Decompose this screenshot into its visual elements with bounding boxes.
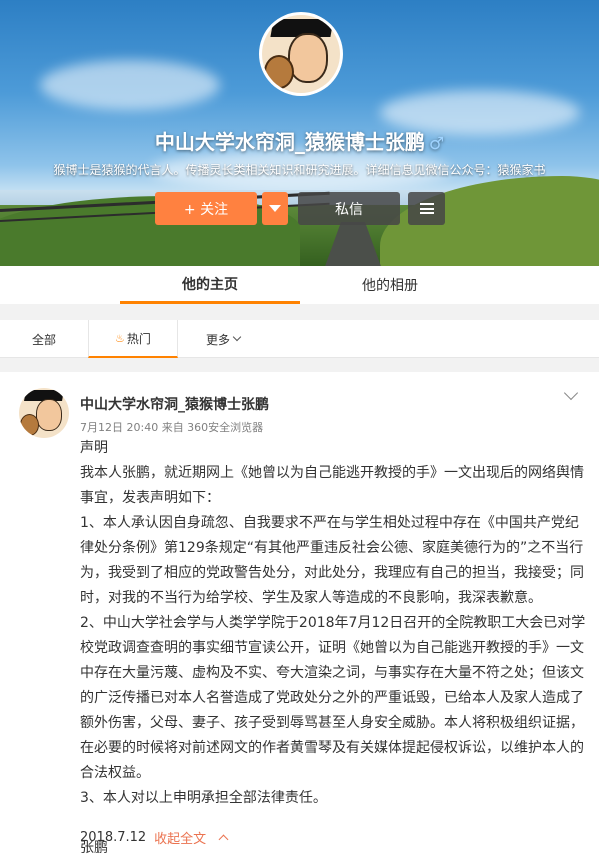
tab-home[interactable]: 他的主页 <box>120 266 300 304</box>
post-meta: 7月12日 20:40 来自 360安全浏览器 <box>80 421 264 434</box>
profile-name: 中山大学水帘洞_猿猴博士张鹏 <box>154 130 425 154</box>
flame-icon: ♨ <box>115 331 125 345</box>
tab-album[interactable]: 他的相册 <box>300 266 480 304</box>
follow-dropdown-button[interactable] <box>262 192 288 225</box>
cloud <box>40 60 220 110</box>
post-options-chevron-icon[interactable] <box>563 385 579 401</box>
monkey-icon <box>20 414 39 436</box>
post-line: 3、本人对以上申明承担全部法律责任。 <box>80 790 327 806</box>
profile-nav: 他的主页 他的相册 <box>0 266 599 304</box>
post-date: 2018.7.12 <box>80 830 147 845</box>
post-author-name[interactable]: 中山大学水帘洞_猿猴博士张鹏 <box>80 394 269 414</box>
tab-hot-label: 热门 <box>126 331 151 346</box>
menu-icon <box>419 203 434 214</box>
monkey-icon <box>264 55 294 89</box>
chevron-up-icon[interactable] <box>218 834 229 845</box>
feed-filter-tabs: 全部 ♨ 热门 更多 <box>0 320 599 358</box>
caret-down-icon <box>269 205 281 212</box>
message-button[interactable]: 私信 <box>298 192 400 225</box>
profile-description: 猴博士是猿猴的代言人。传播灵长类相关知识和研究进展。详细信息见微信公众号：猿猴家… <box>53 163 546 177</box>
profile-banner: 中山大学水帘洞_猿猴博士张鹏 ♂ 猴博士是猿猴的代言人。传播灵长类相关知识和研究进… <box>0 0 599 266</box>
tab-more-label: 更多 <box>205 332 230 347</box>
male-icon: ♂ <box>428 134 445 154</box>
post-author-avatar[interactable] <box>19 388 69 438</box>
post-line: 1、本人承认因自身疏忽、自我要求不严在与学生相处过程中存在《中国共产党纪律处分条… <box>80 515 584 606</box>
post-line: 2、中山大学社会学与人类学学院于2018年7月12日召开的全院教职工大会已对学校… <box>80 615 586 781</box>
cartoon-face <box>36 399 62 431</box>
tab-hot[interactable]: ♨ 热门 <box>88 320 178 358</box>
tab-all[interactable]: 全部 <box>0 320 88 358</box>
post-body: 声明 我本人张鹏，就近期网上《她曾以为自己能逃开教授的手》一文出现后的网络舆情事… <box>80 436 588 861</box>
chevron-down-icon <box>232 332 242 342</box>
cartoon-face <box>288 33 328 83</box>
collapse-text-link[interactable]: 收起全文 <box>154 828 206 847</box>
tab-more[interactable]: 更多 <box>178 320 268 358</box>
profile-name-row: 中山大学水帘洞_猿猴博士张鹏 ♂ <box>0 126 599 155</box>
post-line: 声明 <box>80 440 108 456</box>
follow-button[interactable]: + 关注 <box>155 192 257 225</box>
profile-avatar[interactable] <box>259 12 343 96</box>
post-footer: 2018.7.12 收起全文 <box>80 828 229 847</box>
weibo-post-card: 中山大学水帘洞_猿猴博士张鹏 7月12日 20:40 来自 360安全浏览器 声… <box>0 372 599 863</box>
more-menu-button[interactable] <box>408 192 445 225</box>
avatar-image <box>262 15 340 93</box>
post-line: 我本人张鹏，就近期网上《她曾以为自己能逃开教授的手》一文出现后的网络舆情事宜，发… <box>80 465 584 506</box>
